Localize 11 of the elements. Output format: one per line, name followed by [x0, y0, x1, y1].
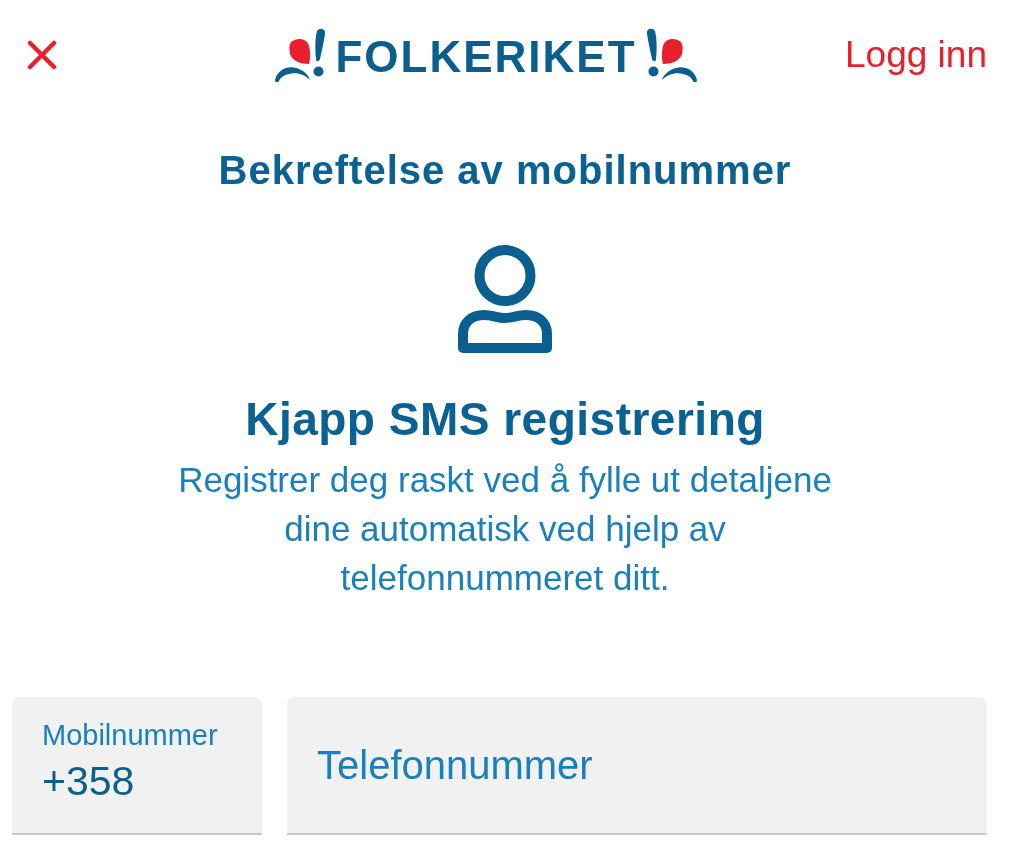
- description-text: Registrer deg raskt ved å fylle ut detaljene dine automatisk ved hjelp av telefonnummeret ditt.: [177, 459, 833, 599]
- drop-ornament-icon: [275, 28, 328, 82]
- close-icon[interactable]: [27, 40, 57, 70]
- phone-number-field[interactable]: Telefonnummer: [287, 697, 987, 835]
- country-code-field[interactable]: Mobilnummer +358: [12, 697, 262, 835]
- login-link[interactable]: Logg inn: [845, 34, 987, 76]
- page-title: Bekreftelse av mobilnummer: [218, 147, 792, 193]
- logo-text: FOLKERIKET: [335, 32, 637, 82]
- drop-ornament-icon: [644, 28, 697, 82]
- section-heading: Kjapp SMS registrering: [245, 393, 765, 445]
- person-icon: [458, 245, 552, 353]
